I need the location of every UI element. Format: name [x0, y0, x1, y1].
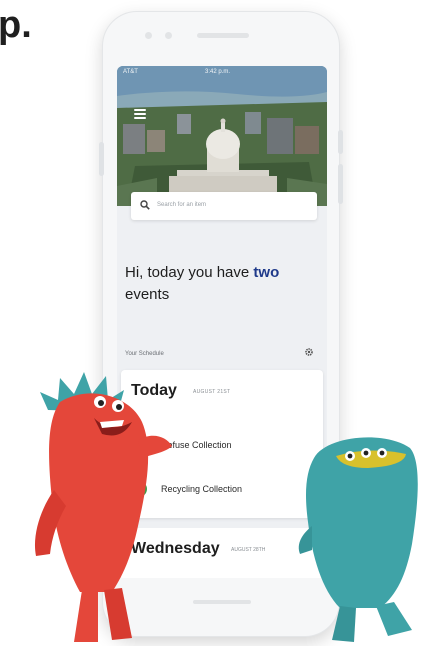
home-indicator [193, 600, 251, 604]
status-bar: AT&T 3:42 p.m. [117, 68, 327, 78]
gear-icon[interactable] [304, 347, 314, 357]
teal-monster-mascot-icon [298, 437, 418, 642]
search-input[interactable]: Search for an item [131, 192, 317, 220]
hero-photo-capitol: AT&T 3:42 p.m. [117, 66, 327, 206]
phone-sensor-dot [165, 32, 172, 39]
status-time: 3:42 p.m. [205, 69, 231, 75]
phone-side-button [338, 164, 343, 204]
greeting-suffix: events [125, 286, 170, 303]
greeting-prefix: Hi, today you have [125, 264, 254, 281]
day-date: AUGUST 21ST [193, 389, 231, 395]
greeting-text: Hi, today you have two events [125, 262, 315, 306]
hamburger-menu-icon[interactable] [134, 109, 146, 119]
phone-side-button [338, 130, 343, 154]
hero-photo-illustration [117, 66, 327, 206]
headline-text: p. [0, 4, 32, 46]
phone-side-button [99, 142, 104, 176]
red-monster-mascot-icon [34, 372, 172, 642]
search-icon [140, 200, 150, 210]
event-count: two [253, 264, 280, 281]
phone-camera-dot [145, 32, 152, 39]
status-carrier: AT&T [123, 69, 138, 75]
day-date: AUGUST 28TH [231, 547, 266, 553]
phone-speaker [197, 33, 249, 38]
search-placeholder: Search for an item [157, 202, 207, 208]
